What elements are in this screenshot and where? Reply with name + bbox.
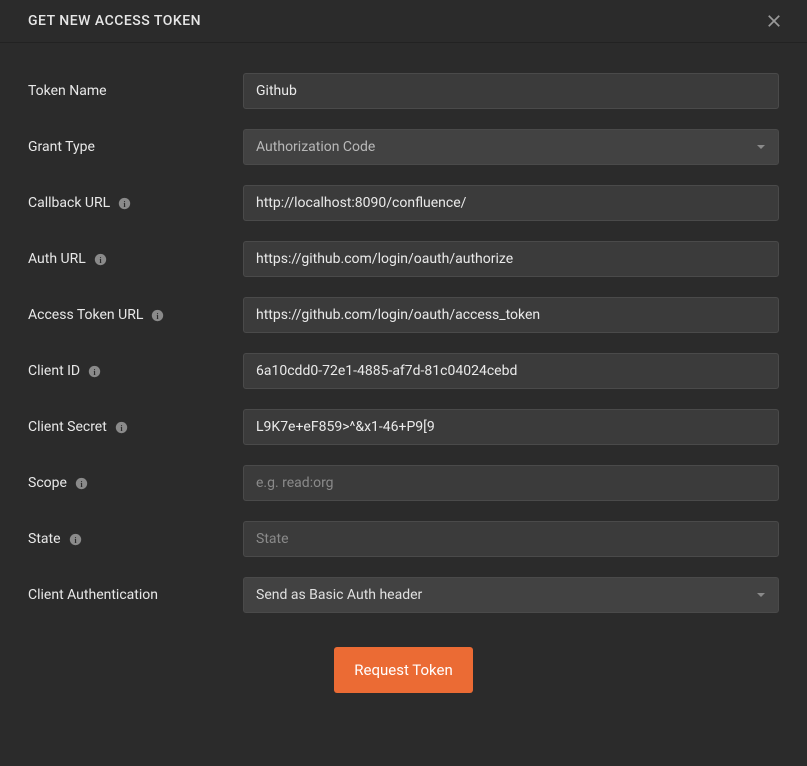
- access-token-dialog: GET NEW ACCESS TOKEN Token Name Grant Ty…: [0, 0, 807, 766]
- callback-url-input[interactable]: [243, 185, 779, 221]
- label-scope: Scope i: [28, 475, 243, 491]
- info-icon[interactable]: i: [75, 477, 88, 490]
- label-access-token-url: Access Token URL i: [28, 307, 243, 323]
- label-client-secret: Client Secret i: [28, 419, 243, 435]
- label-client-auth: Client Authentication: [28, 587, 243, 603]
- info-icon[interactable]: i: [115, 421, 128, 434]
- caret-down-icon: [756, 590, 766, 600]
- label-text: Callback URL: [28, 195, 110, 211]
- row-callback-url: Callback URL i: [28, 185, 779, 221]
- access-token-url-input[interactable]: [243, 297, 779, 333]
- row-scope: Scope i: [28, 465, 779, 501]
- info-icon[interactable]: i: [88, 365, 101, 378]
- row-client-id: Client ID i: [28, 353, 779, 389]
- info-icon[interactable]: i: [94, 253, 107, 266]
- caret-down-icon: [756, 142, 766, 152]
- label-token-name: Token Name: [28, 83, 243, 99]
- label-state: State i: [28, 531, 243, 547]
- info-icon[interactable]: i: [69, 533, 82, 546]
- label-text: Token Name: [28, 83, 107, 99]
- label-text: Grant Type: [28, 139, 95, 155]
- label-text: Access Token URL: [28, 307, 143, 323]
- request-token-button[interactable]: Request Token: [334, 647, 473, 693]
- close-icon[interactable]: [765, 12, 783, 30]
- info-icon[interactable]: i: [118, 197, 131, 210]
- row-access-token-url: Access Token URL i: [28, 297, 779, 333]
- label-callback-url: Callback URL i: [28, 195, 243, 211]
- scope-input[interactable]: [243, 465, 779, 501]
- select-value: Send as Basic Auth header: [256, 587, 422, 603]
- dialog-body: Token Name Grant Type Authorization Code: [0, 43, 807, 766]
- label-text: State: [28, 531, 61, 547]
- row-token-name: Token Name: [28, 73, 779, 109]
- state-input[interactable]: [243, 521, 779, 557]
- dialog-title: GET NEW ACCESS TOKEN: [28, 13, 201, 29]
- client-id-input[interactable]: [243, 353, 779, 389]
- auth-url-input[interactable]: [243, 241, 779, 277]
- label-text: Client Secret: [28, 419, 107, 435]
- label-text: Client Authentication: [28, 587, 158, 603]
- label-auth-url: Auth URL i: [28, 251, 243, 267]
- info-icon[interactable]: i: [151, 309, 164, 322]
- row-grant-type: Grant Type Authorization Code: [28, 129, 779, 165]
- label-client-id: Client ID i: [28, 363, 243, 379]
- label-grant-type: Grant Type: [28, 139, 243, 155]
- dialog-header: GET NEW ACCESS TOKEN: [0, 0, 807, 43]
- select-value: Authorization Code: [256, 139, 375, 155]
- grant-type-select[interactable]: Authorization Code: [243, 129, 779, 165]
- token-name-input[interactable]: [243, 73, 779, 109]
- row-client-secret: Client Secret i: [28, 409, 779, 445]
- client-auth-select[interactable]: Send as Basic Auth header: [243, 577, 779, 613]
- client-secret-input[interactable]: [243, 409, 779, 445]
- dialog-footer: Request Token: [28, 633, 779, 753]
- row-client-auth: Client Authentication Send as Basic Auth…: [28, 577, 779, 613]
- label-text: Client ID: [28, 363, 80, 379]
- row-state: State i: [28, 521, 779, 557]
- label-text: Scope: [28, 475, 67, 491]
- row-auth-url: Auth URL i: [28, 241, 779, 277]
- label-text: Auth URL: [28, 251, 86, 267]
